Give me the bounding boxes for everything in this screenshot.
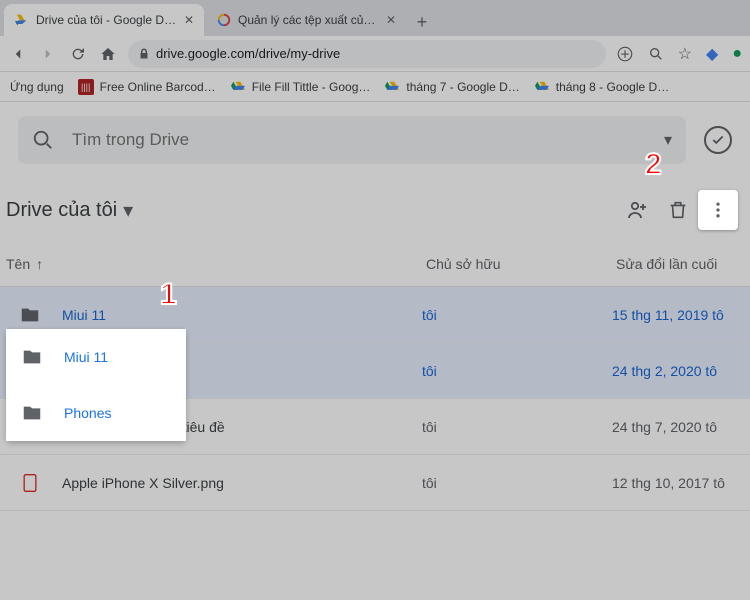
new-tab-button[interactable]: + xyxy=(408,8,436,36)
column-header-row: Tên ↑ Chủ sở hữu Sửa đổi lần cuối xyxy=(0,242,750,287)
extension-icon[interactable]: ◆ xyxy=(706,44,718,64)
drive-search-row: ▾ xyxy=(0,102,750,178)
offline-ready-icon[interactable] xyxy=(704,126,732,154)
search-icon xyxy=(32,129,54,151)
annotation-2: 2 xyxy=(645,148,662,182)
gdrive-icon xyxy=(534,79,550,95)
file-name: Apple iPhone X Silver.png xyxy=(62,475,422,491)
toolbar-right: ☆ ◆ ● xyxy=(616,44,742,64)
install-icon[interactable] xyxy=(616,45,634,63)
drive-searchbox[interactable]: ▾ xyxy=(18,116,686,164)
browser-tab-active[interactable]: Drive của tôi - Google Drive ✕ xyxy=(4,4,204,36)
bookmark-item[interactable]: |||| Free Online Barcod… xyxy=(78,79,216,95)
bookmark-apps[interactable]: Ứng dụng xyxy=(10,80,64,94)
folder-icon xyxy=(18,303,42,327)
bookmark-item[interactable]: tháng 8 - Google D… xyxy=(534,79,669,95)
drive-title-dropdown[interactable]: Drive của tôi ▾ xyxy=(6,198,133,223)
bookmark-item[interactable]: File Fill Tittle - Goog… xyxy=(230,79,371,95)
bookmarks-bar: Ứng dụng |||| Free Online Barcod… File F… xyxy=(0,72,750,102)
trash-button[interactable] xyxy=(658,190,698,230)
extension-icon-2[interactable]: ● xyxy=(732,45,742,63)
column-name[interactable]: Tên ↑ xyxy=(6,256,426,272)
zoom-icon[interactable] xyxy=(648,46,664,62)
drive-titlebar: Drive của tôi ▾ xyxy=(0,178,750,242)
tab-title: Drive của tôi - Google Drive xyxy=(36,13,178,27)
arrow-up-icon: ↑ xyxy=(36,256,43,272)
column-owner[interactable]: Chủ sở hữu xyxy=(426,256,616,272)
file-owner: tôi xyxy=(422,363,612,379)
google-favicon xyxy=(216,12,232,28)
folder-icon xyxy=(20,401,44,425)
chevron-down-icon[interactable]: ▾ xyxy=(664,130,672,150)
more-options-button[interactable] xyxy=(698,190,738,230)
annotation-1: 1 xyxy=(160,278,177,312)
close-icon[interactable]: ✕ xyxy=(184,13,194,27)
tab-title: Quản lý các tệp xuất của bạn xyxy=(238,13,380,27)
reload-icon[interactable] xyxy=(68,44,88,64)
browser-tab-inactive[interactable]: Quản lý các tệp xuất của bạn ✕ xyxy=(206,4,406,36)
file-owner: tôi xyxy=(422,419,612,435)
star-icon[interactable]: ☆ xyxy=(678,44,692,64)
file-modified: 12 thg 10, 2017 tô xyxy=(612,475,740,491)
lock-icon xyxy=(138,47,150,61)
file-row[interactable]: Phones xyxy=(6,385,186,441)
file-name: Miui 11 xyxy=(64,349,176,365)
gdrive-favicon xyxy=(14,12,30,28)
file-modified: 15 thg 11, 2019 tô xyxy=(612,307,740,323)
close-icon[interactable]: ✕ xyxy=(386,13,396,27)
browser-tabstrip: Drive của tôi - Google Drive ✕ Quản lý c… xyxy=(0,0,750,36)
bookmark-item[interactable]: tháng 7 - Google D… xyxy=(384,79,519,95)
search-input[interactable] xyxy=(72,130,646,150)
url-text: drive.google.com/drive/my-drive xyxy=(156,46,340,61)
file-modified: 24 thg 7, 2020 tô xyxy=(612,419,740,435)
column-modified[interactable]: Sửa đổi lần cuối xyxy=(616,256,740,272)
address-bar[interactable]: drive.google.com/drive/my-drive xyxy=(128,40,606,68)
gdrive-icon xyxy=(384,79,400,95)
file-owner: tôi xyxy=(422,307,612,323)
file-name: Miui 11 xyxy=(62,307,422,323)
file-name: Phones xyxy=(64,405,176,421)
file-owner: tôi xyxy=(422,475,612,491)
site-favicon: |||| xyxy=(78,79,94,95)
file-modified: 24 thg 2, 2020 tô xyxy=(612,363,740,379)
image-icon xyxy=(18,471,42,495)
selection-highlight: Miui 11 Phones xyxy=(6,329,186,441)
browser-toolbar: drive.google.com/drive/my-drive ☆ ◆ ● xyxy=(0,36,750,72)
forward-icon[interactable] xyxy=(38,44,58,64)
gdrive-icon xyxy=(230,79,246,95)
share-button[interactable] xyxy=(618,190,658,230)
home-icon[interactable] xyxy=(98,44,118,64)
back-icon[interactable] xyxy=(8,44,28,64)
folder-icon xyxy=(20,345,44,369)
file-row[interactable]: Miui 11 xyxy=(6,329,186,385)
chevron-down-icon: ▾ xyxy=(123,198,133,223)
file-row[interactable]: Apple iPhone X Silver.png tôi 12 thg 10,… xyxy=(0,455,750,511)
